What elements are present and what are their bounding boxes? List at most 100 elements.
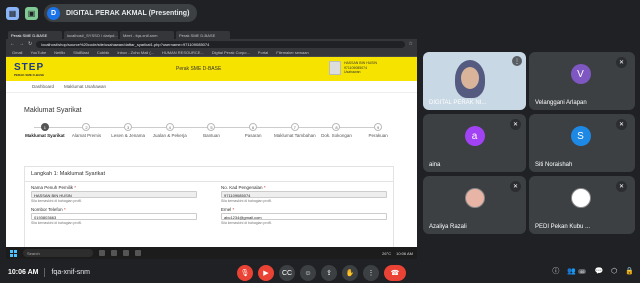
app-icon[interactable] [99, 250, 105, 256]
phone-label: Nombor Telefon * [31, 207, 66, 212]
step-label: Jualan & Pekerja [152, 133, 187, 138]
step-2[interactable]: 2 Alamat Premis [66, 123, 108, 138]
step-9[interactable]: 9 Perakuan [357, 123, 399, 138]
bookmark-item[interactable]: Digital Perak Corpo... [212, 50, 250, 55]
participant-tile[interactable]: ✕ Azaliya Razali [423, 176, 526, 234]
bookmark-item[interactable]: Gmail [12, 50, 22, 55]
step-dot: 3 [124, 123, 133, 131]
star-icon[interactable]: ☆ [409, 41, 413, 47]
crumb-dashboard[interactable]: Dashboard [32, 84, 54, 89]
browser-tab[interactable]: Perak SME D-BASE [8, 31, 62, 39]
owner-label: Nama Penuh Pemilik * [31, 185, 77, 190]
present-icon[interactable]: ⇪ [321, 265, 337, 281]
step-1[interactable]: 1 Maklumat Syarikat [24, 123, 66, 138]
shared-screen: Perak SME D-BASE localhost/_SYSSO / dari… [6, 29, 417, 259]
app-icon[interactable] [111, 250, 117, 256]
owner-field[interactable]: HASSAN BIN HUSIN [31, 191, 197, 198]
ic-field[interactable]: 971109085074 [221, 191, 387, 198]
leave-call-icon[interactable]: ☎ [384, 265, 406, 281]
step-dot: 8 [332, 123, 341, 131]
email-label: Emel * [221, 207, 235, 212]
participant-avatar: a [464, 126, 485, 146]
form-heading: Langkah 1: Maklumat Syarikat [25, 167, 393, 182]
more-options-icon[interactable]: ⋮ [512, 56, 522, 66]
step-label: Alamat Premis [71, 133, 102, 138]
captions-icon[interactable]: CC [279, 265, 295, 281]
chat-icon[interactable]: 💬 [594, 267, 603, 275]
bookmark-item[interactable]: HUMAN RESOURCE... [162, 50, 204, 55]
meeting-code: fqa-xnif-snm [51, 269, 90, 276]
mic-off-icon[interactable]: 🎙 [237, 265, 253, 281]
people-icon[interactable]: 👥 46 [567, 267, 587, 275]
user-box[interactable]: HASSAN BIN HUSIN 971109085074 Usahawan [328, 61, 377, 75]
browser-tab[interactable]: Meet - fqa-xnif-snm [120, 31, 174, 39]
step-dot: 5 [207, 123, 216, 131]
forward-icon[interactable]: → [19, 41, 24, 47]
bookmark-item[interactable]: SlidBlast [73, 50, 89, 55]
info-icon[interactable]: ⓘ [552, 266, 559, 276]
step-label: Pasaran [244, 133, 262, 138]
logo-text: STEP [14, 61, 45, 73]
raise-hand-icon[interactable]: ✋ [342, 265, 358, 281]
step-label: Maklumat Syarikat [25, 133, 65, 138]
taskbar-search[interactable]: Search [23, 249, 93, 257]
more-options-icon[interactable]: ⋮ [363, 265, 379, 281]
step-label: Perakuan [368, 133, 388, 138]
participant-tile[interactable]: V ✕ Velanggani Arlapan [529, 52, 632, 110]
participant-tile[interactable]: S ✕ Siti Noraishah [529, 114, 632, 172]
bookmark-item[interactable]: Filemaker sewaan [276, 50, 308, 55]
emoji-icon[interactable]: ☺ [300, 265, 316, 281]
bookmark-item[interactable]: Inbox - Zoho Mail (... [117, 50, 154, 55]
presenter-avatar: D [47, 6, 60, 20]
participant-name: Velanggani Arlapan [535, 100, 587, 106]
site-logo[interactable]: STEP PERAK SME D-BASE [14, 62, 44, 77]
layout-icon[interactable]: ▣ [25, 6, 38, 20]
step-3[interactable]: 3 Lesen & Jenama [107, 123, 149, 138]
step-8[interactable]: 8 Dok. Sokongan [316, 123, 358, 138]
app-icon[interactable] [135, 250, 141, 256]
ic-help: Sila kemaskini di bahagian profil. [221, 199, 272, 203]
user-role: Usahawan [343, 70, 361, 74]
mic-off-icon: ✕ [616, 181, 627, 192]
activities-icon[interactable]: ⬡ [611, 267, 617, 275]
logo-subtitle: PERAK SME D-BASE [14, 72, 45, 77]
step-dot: 9 [374, 123, 383, 131]
step-4[interactable]: 4 Jualan & Pekerja [149, 123, 191, 138]
participant-name: Siti Noraishah [535, 162, 573, 168]
presenter-pill[interactable]: D DIGITAL PERAK AKMAL (Presenting) [44, 4, 198, 22]
participant-avatar: V [570, 64, 591, 84]
back-icon[interactable]: ← [10, 41, 15, 47]
bookmarks-bar: Gmail YouTube Netflix SlidBlast Cobbik I… [6, 49, 417, 57]
step-label: Maklumat Tambahan [273, 133, 316, 138]
user-name: HASSAN BIN HUSIN [343, 61, 377, 65]
windows-start-icon[interactable] [10, 249, 17, 257]
app-icon[interactable] [123, 250, 129, 256]
ic-label: No. Kad Pengenalan * [221, 185, 266, 190]
participant-tile[interactable]: ✕ PEDI Pekan Kubu ... [529, 176, 632, 234]
participant-name: DIGITAL PERAK NI... [429, 100, 487, 106]
email-field[interactable]: abc1234@gmail.com [221, 213, 387, 220]
host-controls-icon[interactable]: 🔒 [625, 267, 634, 275]
bookmark-item[interactable]: Netflix [54, 50, 65, 55]
page-title: Maklumat Syarikat [24, 107, 82, 114]
mic-off-icon: ✕ [510, 181, 521, 192]
bookmark-item[interactable]: YouTube [30, 50, 46, 55]
url-field[interactable]: localhost/shop/source%20code/site/usahaw… [36, 40, 405, 48]
step-label: Lesen & Jenama [111, 133, 146, 138]
reload-icon[interactable]: ↻ [28, 41, 32, 47]
bookmark-item[interactable]: Portal [258, 50, 268, 55]
windows-taskbar: Search 26°C 10:06 AM [6, 247, 417, 259]
tray-clock: 10:06 AM [396, 250, 413, 256]
participant-tile[interactable]: a ✕ aina [423, 114, 526, 172]
camera-off-icon[interactable]: ▶ [258, 265, 274, 281]
step-6[interactable]: 6 Pasaran [232, 123, 274, 138]
participant-tile[interactable]: ⋮ DIGITAL PERAK NI... [423, 52, 526, 110]
step-5[interactable]: 5 Bantuan [191, 123, 233, 138]
bookmark-item[interactable]: Cobbik [97, 50, 109, 55]
crumb-current[interactable]: Maklumat Usahawan [64, 84, 106, 89]
grid-view-icon[interactable]: ▦ [6, 6, 19, 20]
step-7[interactable]: 7 Maklumat Tambahan [274, 123, 316, 138]
browser-tab[interactable]: localhost/_SYSSO / daripd... [64, 31, 118, 39]
phone-field[interactable]: 0193803663 [31, 213, 197, 220]
browser-tab[interactable]: Perak SME D-BASE [176, 31, 230, 39]
